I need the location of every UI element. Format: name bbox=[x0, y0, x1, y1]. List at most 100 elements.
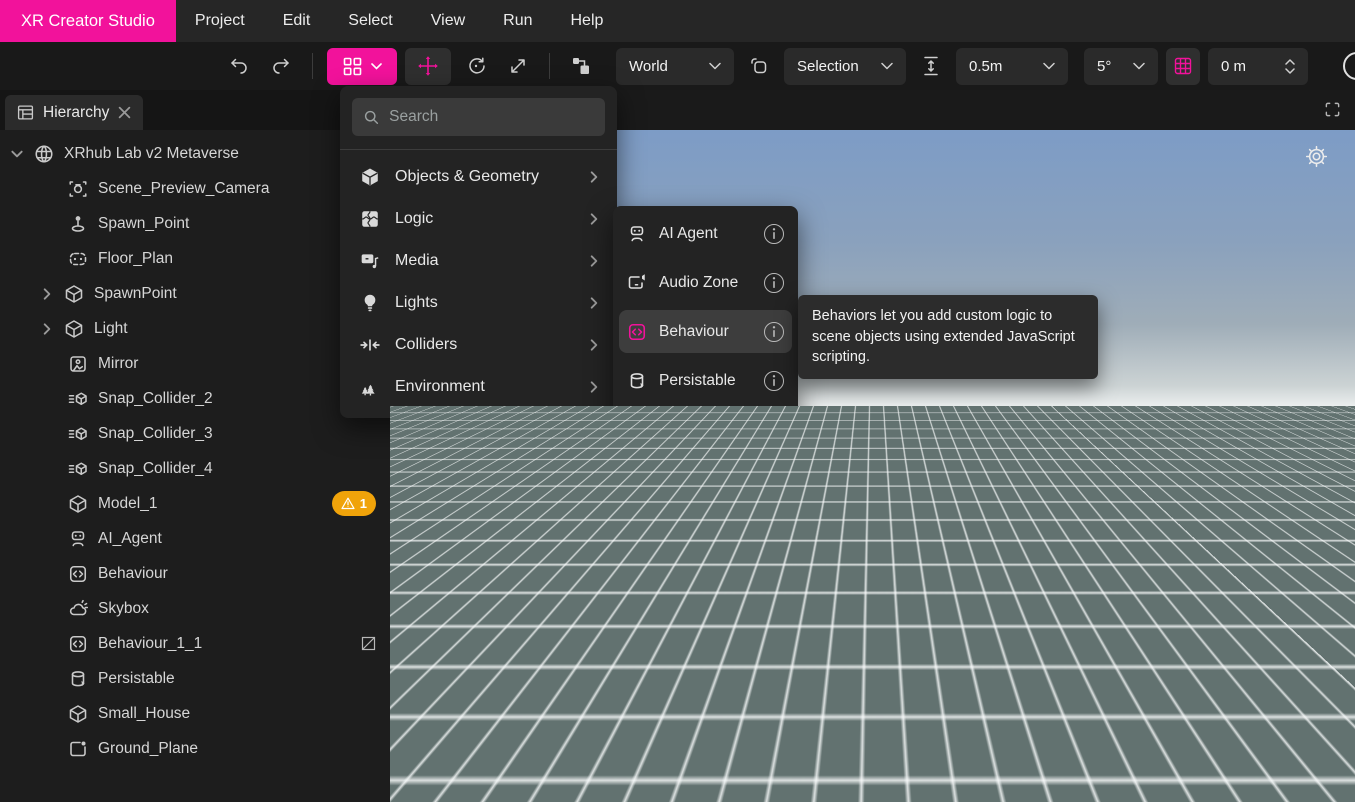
tree-item-behaviour[interactable]: Behaviour bbox=[0, 556, 390, 591]
menu-item-colliders[interactable]: Colliders bbox=[340, 324, 617, 366]
submenu-item-asset[interactable]: Asset bbox=[613, 405, 798, 454]
redo-button[interactable] bbox=[264, 49, 298, 83]
menu-item-lights[interactable]: Lights bbox=[340, 282, 617, 324]
pivot-target-value: Selection bbox=[797, 58, 859, 75]
submenu-item-behaviour[interactable]: Behaviour bbox=[613, 307, 798, 356]
menu-run[interactable]: Run bbox=[484, 0, 551, 42]
axis-gizmo[interactable]: Y X Z bbox=[1180, 640, 1350, 780]
menu-view[interactable]: View bbox=[412, 0, 484, 42]
axis-y-handle[interactable]: Y bbox=[1259, 666, 1286, 693]
chevron-collapsed-icon[interactable] bbox=[40, 287, 54, 301]
grid-toggle-button[interactable] bbox=[1166, 48, 1200, 85]
warning-count: 1 bbox=[360, 496, 367, 511]
tree-item-root[interactable]: XRhub Lab v2 Metaverse bbox=[0, 136, 390, 171]
nav-hint-pan: Pan bbox=[472, 762, 518, 784]
fullscreen-icon[interactable] bbox=[1324, 101, 1341, 118]
menu-item-media[interactable]: Media bbox=[340, 240, 617, 282]
menu-select[interactable]: Select bbox=[329, 0, 411, 42]
tree-item-light-group[interactable]: Light bbox=[0, 311, 390, 346]
tree-item-small-house[interactable]: Small_House bbox=[0, 696, 390, 731]
tree-item-behaviour-1-1[interactable]: Behaviour_1_1 bbox=[0, 626, 390, 661]
axis-x-handle[interactable]: X bbox=[1297, 706, 1324, 733]
axis-z-handle[interactable]: Z bbox=[1246, 710, 1271, 735]
submenu-item-ai-agent[interactable]: AI Agent bbox=[613, 209, 798, 258]
menu-edit[interactable]: Edit bbox=[264, 0, 330, 42]
tree-item-snap-collider-3[interactable]: Snap_Collider_3 bbox=[0, 416, 390, 451]
puzzle-icon bbox=[360, 209, 380, 229]
add-object-menu: Objects & Geometry Logic Media Lights Co… bbox=[340, 86, 617, 418]
search-input[interactable] bbox=[389, 108, 593, 126]
code-chip-icon bbox=[68, 564, 88, 584]
menu-item-objects-geometry[interactable]: Objects & Geometry bbox=[340, 156, 617, 198]
tree-item-floor-plan[interactable]: Floor_Plan bbox=[0, 241, 390, 276]
nav-hint-label: Orbit bbox=[427, 766, 456, 781]
axis-negative-z-handle[interactable] bbox=[1278, 698, 1295, 715]
spawn-marker-icon bbox=[68, 214, 88, 234]
axis-negative-x-handle[interactable] bbox=[1226, 707, 1246, 727]
undo-button[interactable] bbox=[222, 49, 256, 83]
info-icon[interactable] bbox=[764, 371, 784, 391]
database-icon bbox=[68, 669, 88, 689]
toolbar: World Selection 0.5m 5° 0 m bbox=[0, 42, 1355, 90]
chevron-down-icon bbox=[881, 62, 893, 70]
menu-help[interactable]: Help bbox=[552, 0, 623, 42]
move-snap-value: 0.5m bbox=[969, 58, 1002, 75]
menu-item-logic[interactable]: Logic bbox=[340, 198, 617, 240]
tree-item-snap-collider-2[interactable]: Snap_Collider_2 bbox=[0, 381, 390, 416]
rotate-snap-dropdown[interactable]: 5° bbox=[1084, 48, 1158, 85]
info-icon[interactable] bbox=[764, 420, 784, 440]
pivot-target-dropdown[interactable]: Selection bbox=[784, 48, 906, 85]
move-snap-dropdown[interactable]: 0.5m bbox=[956, 48, 1068, 85]
submenu-item-audio-zone[interactable]: Audio Zone bbox=[613, 258, 798, 307]
snap-distance-button[interactable] bbox=[914, 49, 948, 83]
tree-item-snap-collider-4[interactable]: Snap_Collider_4 bbox=[0, 451, 390, 486]
database-icon bbox=[627, 371, 647, 391]
tree-item-mirror[interactable]: Mirror bbox=[0, 346, 390, 381]
info-icon[interactable] bbox=[764, 224, 784, 244]
search-box[interactable] bbox=[352, 98, 605, 136]
tree-item-model-1[interactable]: Model_1 1 bbox=[0, 486, 390, 521]
tree-item-spawnpoint-group[interactable]: SpawnPoint bbox=[0, 276, 390, 311]
app-title[interactable]: XR Creator Studio bbox=[0, 0, 176, 42]
excluded-icon[interactable] bbox=[361, 636, 376, 651]
chevron-collapsed-icon[interactable] bbox=[40, 322, 54, 336]
move-tool-button[interactable] bbox=[405, 48, 451, 85]
cube-icon bbox=[64, 319, 84, 339]
scale-tool-icon bbox=[509, 57, 527, 75]
scale-tool-button[interactable] bbox=[501, 49, 535, 83]
gear-icon[interactable] bbox=[1304, 144, 1329, 169]
svg-text:X: X bbox=[1305, 711, 1315, 727]
tree-item-label: Mirror bbox=[98, 355, 138, 373]
tree-item-persistable[interactable]: Persistable bbox=[0, 661, 390, 696]
grid-height-stepper[interactable]: 0 m bbox=[1208, 48, 1308, 85]
transform-space-dropdown[interactable]: World bbox=[616, 48, 734, 85]
submenu-item-persistable[interactable]: Persistable bbox=[613, 356, 798, 405]
submenu-item-label: Behaviour bbox=[659, 323, 729, 341]
transform-parent-button[interactable] bbox=[564, 49, 598, 83]
add-object-button[interactable] bbox=[327, 48, 397, 85]
tab-hierarchy[interactable]: Hierarchy bbox=[5, 95, 143, 130]
warning-badge[interactable]: 1 bbox=[332, 491, 376, 516]
tree-item-label: SpawnPoint bbox=[94, 285, 177, 303]
info-icon[interactable] bbox=[764, 273, 784, 293]
close-icon[interactable] bbox=[118, 106, 131, 119]
chevron-expanded-icon[interactable] bbox=[10, 147, 24, 161]
chevron-right-icon bbox=[587, 212, 601, 226]
tree-item-ai-agent[interactable]: AI_Agent bbox=[0, 521, 390, 556]
tree-item-ground-plane[interactable]: Ground_Plane bbox=[0, 731, 390, 766]
tree-item-spawn-point[interactable]: Spawn_Point bbox=[0, 206, 390, 241]
mouse-left-button-icon bbox=[405, 762, 420, 784]
menu-project[interactable]: Project bbox=[176, 0, 264, 42]
pivot-mode-button[interactable] bbox=[742, 49, 776, 83]
menu-item-environment[interactable]: Environment bbox=[340, 366, 617, 408]
tree-item-label: AI_Agent bbox=[98, 530, 162, 548]
stepper-up-icon[interactable] bbox=[1285, 59, 1295, 65]
stepper-down-icon[interactable] bbox=[1285, 68, 1295, 74]
tree-item-skybox[interactable]: Skybox bbox=[0, 591, 390, 626]
axis-negative-y-handle[interactable] bbox=[1262, 747, 1282, 767]
rotate-tool-button[interactable] bbox=[459, 49, 493, 83]
menu-item-label: Objects & Geometry bbox=[395, 168, 539, 186]
info-icon[interactable] bbox=[764, 322, 784, 342]
menu-item-label: Logic bbox=[395, 210, 433, 228]
tree-item-scene-preview-camera[interactable]: Scene_Preview_Camera bbox=[0, 171, 390, 206]
